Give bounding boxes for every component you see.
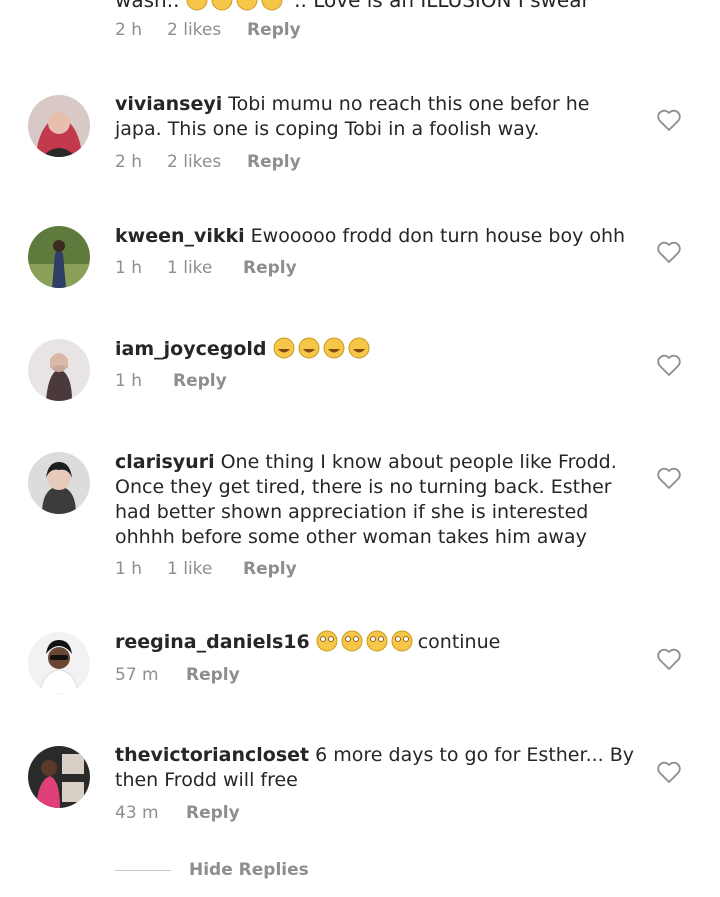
- comment-body: vivianseyi Tobi mumu no reach this one be…: [115, 92, 635, 142]
- comment-meta: 1 h Reply: [115, 371, 227, 391]
- comment-meta: 1 h 1 like Reply: [115, 258, 297, 278]
- comment-username[interactable]: clarisyuri: [115, 451, 215, 473]
- comment-body: iam_joycegold: [115, 337, 635, 366]
- avatar[interactable]: [28, 339, 90, 401]
- comment-likes[interactable]: 2 likes: [167, 20, 247, 40]
- heart-outline-icon[interactable]: [656, 108, 684, 134]
- avatar[interactable]: [28, 452, 90, 514]
- heart-outline-icon[interactable]: [656, 760, 684, 786]
- partial-text-start: wash..: [115, 0, 180, 12]
- reply-button[interactable]: Reply: [186, 665, 240, 685]
- comment-time: 2 h: [115, 20, 142, 40]
- heart-outline-icon[interactable]: [656, 353, 684, 379]
- reply-button[interactable]: Reply: [173, 371, 227, 391]
- comment-username[interactable]: reegina_daniels16: [115, 631, 310, 653]
- reply-button[interactable]: Reply: [186, 803, 240, 823]
- comment-meta: 1 h 1 like Reply: [115, 559, 297, 579]
- comment-time: 1 h: [115, 559, 142, 579]
- heart-outline-icon[interactable]: [656, 240, 684, 266]
- hide-replies-row: Hide Replies: [115, 860, 309, 880]
- comment-likes[interactable]: 1 like: [167, 258, 243, 278]
- reply-button[interactable]: Reply: [247, 152, 301, 172]
- comment-username[interactable]: vivianseyi: [115, 93, 222, 115]
- avatar[interactable]: [28, 95, 90, 157]
- partial-comment-text: wash.. .. Love is an ILLUSION I swear: [115, 0, 675, 12]
- comment-username[interactable]: kween_vikki: [115, 225, 245, 247]
- comment-time: 43 m: [115, 803, 159, 823]
- comment-body: thevictoriancloset 6 more days to go for …: [115, 743, 635, 793]
- comment-body: kween_vikki Ewooooo frodd don turn house …: [115, 224, 635, 249]
- comment-body: reegina_daniels16 continue: [115, 630, 635, 659]
- grinning-sweat-emoji: [273, 337, 373, 366]
- comment-meta: 2 h 2 likes Reply: [115, 152, 301, 172]
- reply-button[interactable]: Reply: [243, 559, 297, 579]
- comment-likes[interactable]: 2 likes: [167, 152, 247, 172]
- comment-likes[interactable]: 1 like: [167, 559, 243, 579]
- comment-body: clarisyuri One thing I know about people …: [115, 450, 635, 550]
- divider: [115, 869, 171, 871]
- comment-meta: 43 m Reply: [115, 803, 240, 823]
- comment-time: 57 m: [115, 665, 159, 685]
- hide-replies-button[interactable]: Hide Replies: [189, 860, 309, 880]
- comment-username[interactable]: thevictoriancloset: [115, 744, 309, 766]
- eye-roll-emoji: [316, 630, 416, 659]
- avatar[interactable]: [28, 632, 90, 694]
- heart-outline-icon[interactable]: [656, 647, 684, 673]
- avatar[interactable]: [28, 746, 90, 808]
- grinning-sweat-emoji: [186, 0, 286, 12]
- comment-time: 2 h: [115, 152, 142, 172]
- comment-text: Ewooooo frodd don turn house boy ohh: [250, 225, 626, 247]
- comment-text: continue: [417, 631, 501, 653]
- reply-button[interactable]: Reply: [243, 258, 297, 278]
- heart-outline-icon[interactable]: [656, 466, 684, 492]
- partial-text-end: .. Love is an ILLUSION I swear: [294, 0, 590, 12]
- comment-time: 1 h: [115, 258, 142, 278]
- comment-meta: 57 m Reply: [115, 665, 240, 685]
- partial-comment-meta: 2 h 2 likes Reply: [115, 20, 301, 40]
- reply-button[interactable]: Reply: [247, 20, 301, 40]
- avatar[interactable]: [28, 226, 90, 288]
- comment-username[interactable]: iam_joycegold: [115, 338, 267, 360]
- comment-time: 1 h: [115, 371, 142, 391]
